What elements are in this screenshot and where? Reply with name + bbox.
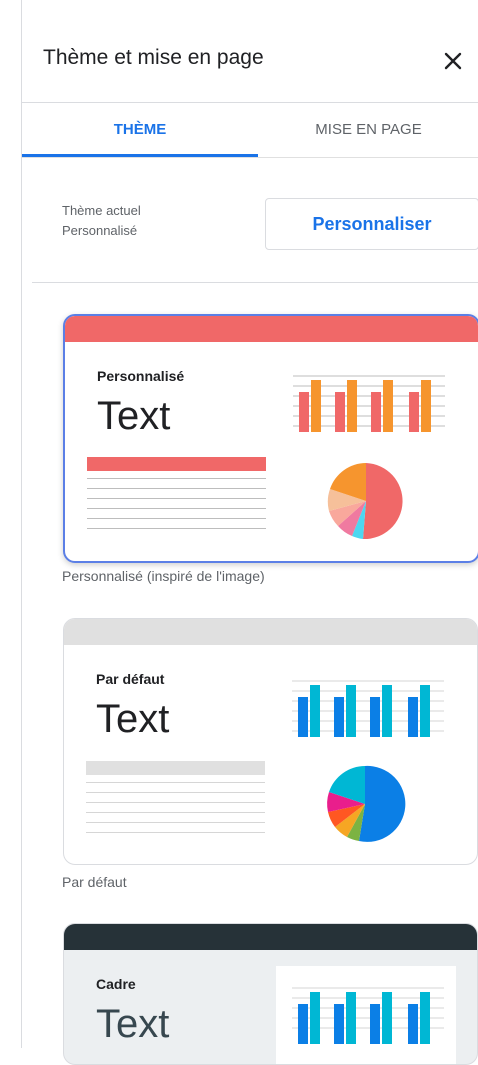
close-button[interactable] <box>438 46 468 76</box>
active-tab-indicator <box>22 154 258 157</box>
customize-button[interactable]: Personnaliser <box>265 198 478 250</box>
theme-card-caption: Personnalisé (inspiré de l'image) <box>62 568 265 584</box>
panel-header: Thème et mise en page <box>22 0 478 103</box>
bar-chart-thumbnail <box>292 987 444 1044</box>
pie-chart-thumbnail <box>327 765 406 842</box>
current-theme-label: Thème actuel <box>62 203 141 218</box>
theme-card-preview-graphics <box>292 680 444 842</box>
theme-card-preview-graphics <box>292 987 444 1044</box>
tab-theme[interactable]: THÈME <box>22 103 258 157</box>
current-theme-info: Thème actuel Personnalisé <box>62 201 141 241</box>
close-icon <box>444 52 462 70</box>
theme-panel: Thème et mise en page THÈME MISE EN PAGE… <box>21 0 478 1065</box>
theme-card-preview-graphics <box>293 375 445 540</box>
theme-card-default[interactable]: Par défaut Text <box>63 618 478 865</box>
theme-card-caption: Par défaut <box>62 874 127 890</box>
tab-layout[interactable]: MISE EN PAGE <box>258 103 478 157</box>
divider <box>32 282 478 283</box>
tab-bar: THÈME MISE EN PAGE <box>22 103 478 158</box>
bar-chart-thumbnail <box>293 375 445 432</box>
bar-chart-thumbnail <box>292 680 444 737</box>
panel-title: Thème et mise en page <box>43 46 264 69</box>
theme-card-custom[interactable]: Personnalisé Text <box>63 314 478 563</box>
theme-card-frame[interactable]: Cadre Text <box>63 923 478 1065</box>
pie-chart-thumbnail <box>327 463 403 540</box>
current-theme-value: Personnalisé <box>62 223 138 238</box>
